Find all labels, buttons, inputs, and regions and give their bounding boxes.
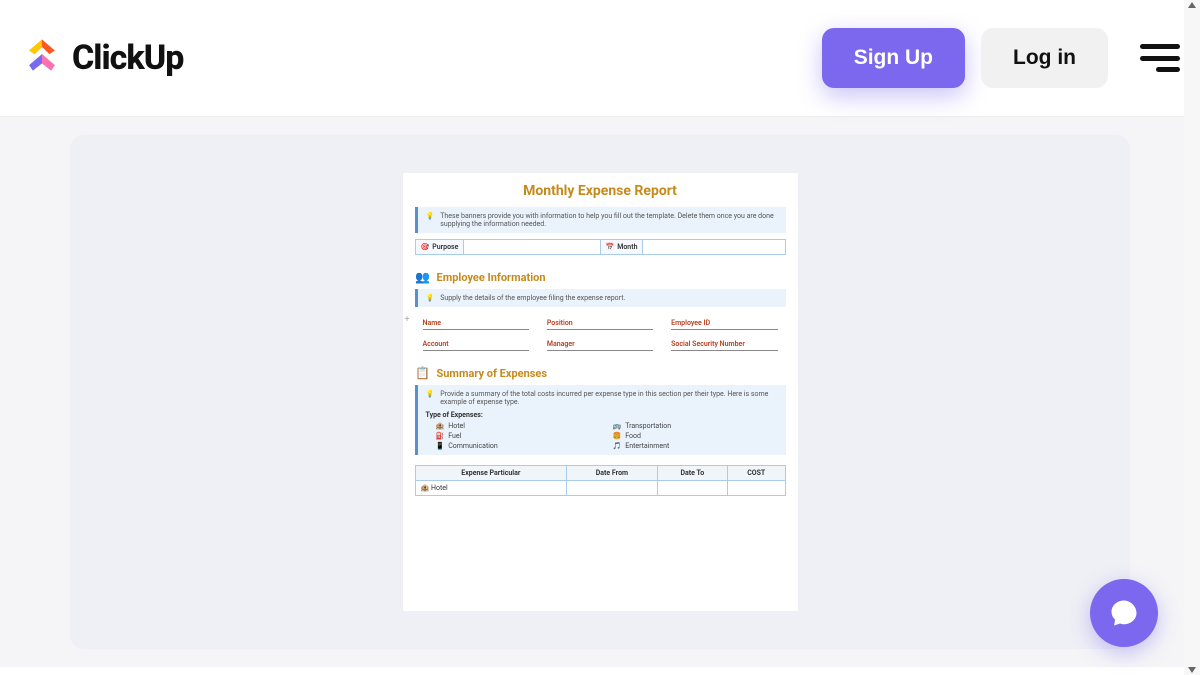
list-item: 📱Communication xyxy=(436,442,601,450)
list-item: 🏨Hotel xyxy=(436,422,601,430)
purpose-label: Purpose xyxy=(432,243,458,251)
summary-section-header: 📋 Summary of Expenses xyxy=(415,365,786,381)
lightbulb-icon: 💡 xyxy=(426,212,435,228)
banner-text: These banners provide you with informati… xyxy=(440,212,777,228)
chat-button[interactable] xyxy=(1090,579,1158,647)
col-cost: COST xyxy=(728,466,786,481)
clipboard-icon: 📋 xyxy=(415,365,431,381)
template-preview-card: Monthly Expense Report 💡 These banners p… xyxy=(70,135,1130,649)
site-header: ClickUp Sign Up Log in xyxy=(0,0,1200,117)
brand-name: ClickUp xyxy=(72,38,183,78)
employee-section-title: Employee Information xyxy=(437,271,546,284)
lightbulb-icon: 💡 xyxy=(426,390,435,406)
manager-field[interactable]: Manager xyxy=(547,340,653,351)
meta-row: 🎯 Purpose 📅 Month xyxy=(415,239,786,255)
document-title: Monthly Expense Report xyxy=(415,183,786,199)
summary-banner: 💡 Provide a summary of the total costs i… xyxy=(415,385,786,455)
col-particular: Expense Particular xyxy=(415,466,567,481)
login-button[interactable]: Log in xyxy=(981,28,1108,88)
employee-id-field[interactable]: Employee ID xyxy=(671,319,777,330)
calendar-icon: 📅 xyxy=(606,243,615,251)
employee-section-header: 👥 Employee Information xyxy=(415,269,786,285)
phone-icon: 📱 xyxy=(436,442,445,450)
info-banner: 💡 These banners provide you with informa… xyxy=(415,207,786,233)
position-field[interactable]: Position xyxy=(547,319,653,330)
list-item: 🚌Transportation xyxy=(613,422,778,430)
employee-banner: 💡 Supply the details of the employee fil… xyxy=(415,289,786,307)
list-item: 🍔Food xyxy=(613,432,778,440)
lightbulb-icon: 💡 xyxy=(426,294,435,302)
brand-logo[interactable]: ClickUp xyxy=(20,34,183,82)
signup-button[interactable]: Sign Up xyxy=(822,28,965,88)
header-actions: Sign Up Log in xyxy=(822,28,1180,88)
hotel-icon: 🏨 xyxy=(436,422,445,430)
table-row[interactable]: 🏨 Hotel xyxy=(415,481,785,496)
food-icon: 🍔 xyxy=(613,432,622,440)
hotel-icon: 🏨 xyxy=(421,484,430,492)
scrollbar[interactable] xyxy=(1184,0,1200,675)
date-to-cell[interactable] xyxy=(657,481,727,496)
purpose-field[interactable] xyxy=(464,244,522,250)
people-icon: 👥 xyxy=(415,269,431,285)
expense-types-label: Type of Expenses: xyxy=(426,411,778,419)
col-date-from: Date From xyxy=(567,466,657,481)
summary-section-title: Summary of Expenses xyxy=(437,367,547,380)
expense-report-document: Monthly Expense Report 💡 These banners p… xyxy=(403,173,798,611)
add-row-icon[interactable]: + xyxy=(405,315,410,325)
expense-table: Expense Particular Date From Date To COS… xyxy=(415,465,786,496)
ssn-field[interactable]: Social Security Number xyxy=(671,340,777,351)
clickup-logo-icon xyxy=(20,34,64,82)
account-field[interactable]: Account xyxy=(423,340,529,351)
content-area: Monthly Expense Report 💡 These banners p… xyxy=(0,117,1200,667)
table-header-row: Expense Particular Date From Date To COS… xyxy=(415,466,785,481)
target-icon: 🎯 xyxy=(421,243,430,251)
menu-icon[interactable] xyxy=(1140,44,1180,72)
name-field[interactable]: Name xyxy=(423,319,529,330)
month-field[interactable] xyxy=(643,244,701,250)
chat-icon xyxy=(1109,598,1139,628)
cost-cell[interactable] xyxy=(728,481,786,496)
employee-fields: Name Position Employee ID Account Manage… xyxy=(415,313,786,365)
list-item: ⛽Fuel xyxy=(436,432,601,440)
fuel-icon: ⛽ xyxy=(436,432,445,440)
expense-types-list: 🏨Hotel 🚌Transportation ⛽Fuel 🍔Food 📱Comm… xyxy=(426,422,778,450)
employee-banner-text: Supply the details of the employee filin… xyxy=(440,294,625,302)
date-from-cell[interactable] xyxy=(567,481,657,496)
bus-icon: 🚌 xyxy=(613,422,622,430)
list-item: 🎵Entertainment xyxy=(613,442,778,450)
scroll-down-icon[interactable] xyxy=(1188,667,1196,673)
music-icon: 🎵 xyxy=(613,442,622,450)
col-date-to: Date To xyxy=(657,466,727,481)
month-label: Month xyxy=(617,243,637,251)
summary-banner-text: Provide a summary of the total costs inc… xyxy=(440,390,777,406)
scroll-up-icon[interactable] xyxy=(1188,2,1196,8)
